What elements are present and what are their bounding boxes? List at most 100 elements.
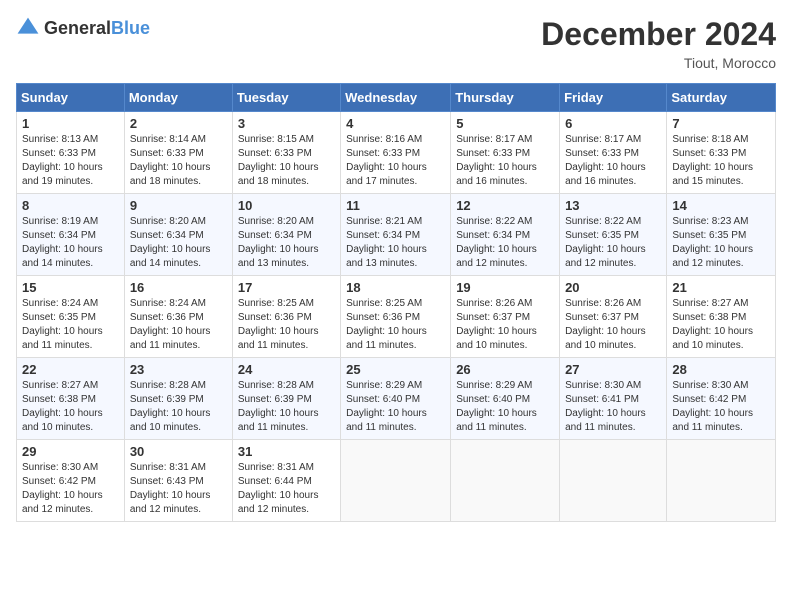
table-row: 4Sunrise: 8:16 AM Sunset: 6:33 PM Daylig… [341,112,451,194]
table-row: 13 Sunrise: 8:22 AM Sunset: 6:35 PM Dayli… [560,194,667,276]
table-row: 25 Sunrise: 8:29 AM Sunset: 6:40 PM Dayli… [341,358,451,440]
day-number: 13 [565,198,661,213]
table-row: 24 Sunrise: 8:28 AM Sunset: 6:39 PM Dayli… [232,358,340,440]
logo-text: GeneralBlue [44,18,150,39]
day-number: 24 [238,362,335,377]
table-row: 16 Sunrise: 8:24 AM Sunset: 6:36 PM Dayli… [124,276,232,358]
day-info: Sunrise: 8:26 AM Sunset: 6:37 PM Dayligh… [456,297,554,353]
day-info: Sunrise: 8:29 AM Sunset: 6:40 PM Dayligh… [456,379,554,435]
col-thursday: Thursday [451,84,560,112]
table-row: 15 Sunrise: 8:24 AM Sunset: 6:35 PM Dayli… [17,276,125,358]
day-number: 20 [565,280,661,295]
table-row: 18 Sunrise: 8:25 AM Sunset: 6:36 PM Dayli… [341,276,451,358]
day-info: Sunrise: 8:18 AM Sunset: 6:33 PM Dayligh… [672,133,770,189]
col-wednesday: Wednesday [341,84,451,112]
day-info: Sunrise: 8:14 AM Sunset: 6:33 PM Dayligh… [130,133,227,189]
table-row: 3 Sunrise: 8:15 AM Sunset: 6:33 PM Daylig… [232,112,340,194]
calendar-header-row: Sunday Monday Tuesday Wednesday Thursday… [17,84,776,112]
day-info: Sunrise: 8:30 AM Sunset: 6:41 PM Dayligh… [565,379,661,435]
day-info: Sunrise: 8:15 AM Sunset: 6:33 PM Dayligh… [238,133,335,189]
table-row: 17Sunrise: 8:25 AM Sunset: 6:36 PM Dayli… [232,276,340,358]
day-number: 15 [22,280,119,295]
table-row: 9 Sunrise: 8:20 AM Sunset: 6:34 PM Daylig… [124,194,232,276]
day-info: Sunrise: 8:25 AM Sunset: 6:36 PM Dayligh… [346,297,445,353]
day-info: Sunrise: 8:16 AM Sunset: 6:33 PM Dayligh… [346,133,445,189]
table-row [341,440,451,522]
page-header: GeneralBlue December 2024 Tiout, Morocco [16,16,776,71]
day-info: Sunrise: 8:27 AM Sunset: 6:38 PM Dayligh… [22,379,119,435]
table-row: 14 Sunrise: 8:23 AM Sunset: 6:35 PM Dayli… [667,194,776,276]
table-row: 27 Sunrise: 8:30 AM Sunset: 6:41 PM Dayli… [560,358,667,440]
calendar-week-2: 8Sunrise: 8:19 AM Sunset: 6:34 PM Daylig… [17,194,776,276]
table-row: 20 Sunrise: 8:26 AM Sunset: 6:37 PM Dayli… [560,276,667,358]
table-row: 19Sunrise: 8:26 AM Sunset: 6:37 PM Dayli… [451,276,560,358]
day-number: 5 [456,116,554,131]
day-number: 2 [130,116,227,131]
day-number: 3 [238,116,335,131]
day-info: Sunrise: 8:30 AM Sunset: 6:42 PM Dayligh… [672,379,770,435]
day-info: Sunrise: 8:29 AM Sunset: 6:40 PM Dayligh… [346,379,445,435]
day-number: 29 [22,444,119,459]
table-row [451,440,560,522]
col-tuesday: Tuesday [232,84,340,112]
title-section: December 2024 Tiout, Morocco [541,16,776,71]
col-monday: Monday [124,84,232,112]
day-number: 30 [130,444,227,459]
location: Tiout, Morocco [541,55,776,71]
logo-blue: Blue [111,18,150,38]
table-row: 31 Sunrise: 8:31 AM Sunset: 6:44 PM Dayli… [232,440,340,522]
day-number: 25 [346,362,445,377]
day-number: 12 [456,198,554,213]
table-row: 26Sunrise: 8:29 AM Sunset: 6:40 PM Dayli… [451,358,560,440]
table-row: 8Sunrise: 8:19 AM Sunset: 6:34 PM Daylig… [17,194,125,276]
day-info: Sunrise: 8:31 AM Sunset: 6:43 PM Dayligh… [130,461,227,517]
day-info: Sunrise: 8:22 AM Sunset: 6:35 PM Dayligh… [565,215,661,271]
day-number: 11 [346,198,445,213]
day-info: Sunrise: 8:30 AM Sunset: 6:42 PM Dayligh… [22,461,119,517]
logo-icon [16,16,40,40]
logo-general: General [44,18,111,38]
table-row: 10Sunrise: 8:20 AM Sunset: 6:34 PM Dayli… [232,194,340,276]
calendar-week-3: 15 Sunrise: 8:24 AM Sunset: 6:35 PM Dayli… [17,276,776,358]
col-friday: Friday [560,84,667,112]
day-info: Sunrise: 8:27 AM Sunset: 6:38 PM Dayligh… [672,297,770,353]
day-info: Sunrise: 8:23 AM Sunset: 6:35 PM Dayligh… [672,215,770,271]
day-info: Sunrise: 8:24 AM Sunset: 6:35 PM Dayligh… [22,297,119,353]
table-row: 1Sunrise: 8:13 AM Sunset: 6:33 PM Daylig… [17,112,125,194]
day-info: Sunrise: 8:22 AM Sunset: 6:34 PM Dayligh… [456,215,554,271]
day-number: 10 [238,198,335,213]
day-info: Sunrise: 8:24 AM Sunset: 6:36 PM Dayligh… [130,297,227,353]
day-number: 14 [672,198,770,213]
day-number: 23 [130,362,227,377]
day-number: 6 [565,116,661,131]
table-row: 12 Sunrise: 8:22 AM Sunset: 6:34 PM Dayli… [451,194,560,276]
day-info: Sunrise: 8:28 AM Sunset: 6:39 PM Dayligh… [238,379,335,435]
table-row: 29 Sunrise: 8:30 AM Sunset: 6:42 PM Dayli… [17,440,125,522]
day-info: Sunrise: 8:26 AM Sunset: 6:37 PM Dayligh… [565,297,661,353]
day-info: Sunrise: 8:19 AM Sunset: 6:34 PM Dayligh… [22,215,119,271]
calendar-week-5: 29 Sunrise: 8:30 AM Sunset: 6:42 PM Dayli… [17,440,776,522]
calendar-table: Sunday Monday Tuesday Wednesday Thursday… [16,83,776,522]
day-info: Sunrise: 8:17 AM Sunset: 6:33 PM Dayligh… [456,133,554,189]
table-row: 30 Sunrise: 8:31 AM Sunset: 6:43 PM Dayli… [124,440,232,522]
day-number: 27 [565,362,661,377]
day-number: 28 [672,362,770,377]
day-number: 18 [346,280,445,295]
col-sunday: Sunday [17,84,125,112]
day-number: 9 [130,198,227,213]
table-row: 7 Sunrise: 8:18 AM Sunset: 6:33 PM Daylig… [667,112,776,194]
day-number: 7 [672,116,770,131]
day-number: 22 [22,362,119,377]
day-number: 16 [130,280,227,295]
day-info: Sunrise: 8:31 AM Sunset: 6:44 PM Dayligh… [238,461,335,517]
day-info: Sunrise: 8:17 AM Sunset: 6:33 PM Dayligh… [565,133,661,189]
day-number: 31 [238,444,335,459]
col-saturday: Saturday [667,84,776,112]
table-row: 21 Sunrise: 8:27 AM Sunset: 6:38 PM Dayli… [667,276,776,358]
month-title: December 2024 [541,16,776,53]
table-row: 6 Sunrise: 8:17 AM Sunset: 6:33 PM Daylig… [560,112,667,194]
day-number: 21 [672,280,770,295]
day-info: Sunrise: 8:20 AM Sunset: 6:34 PM Dayligh… [130,215,227,271]
day-number: 17 [238,280,335,295]
logo: GeneralBlue [16,16,150,40]
